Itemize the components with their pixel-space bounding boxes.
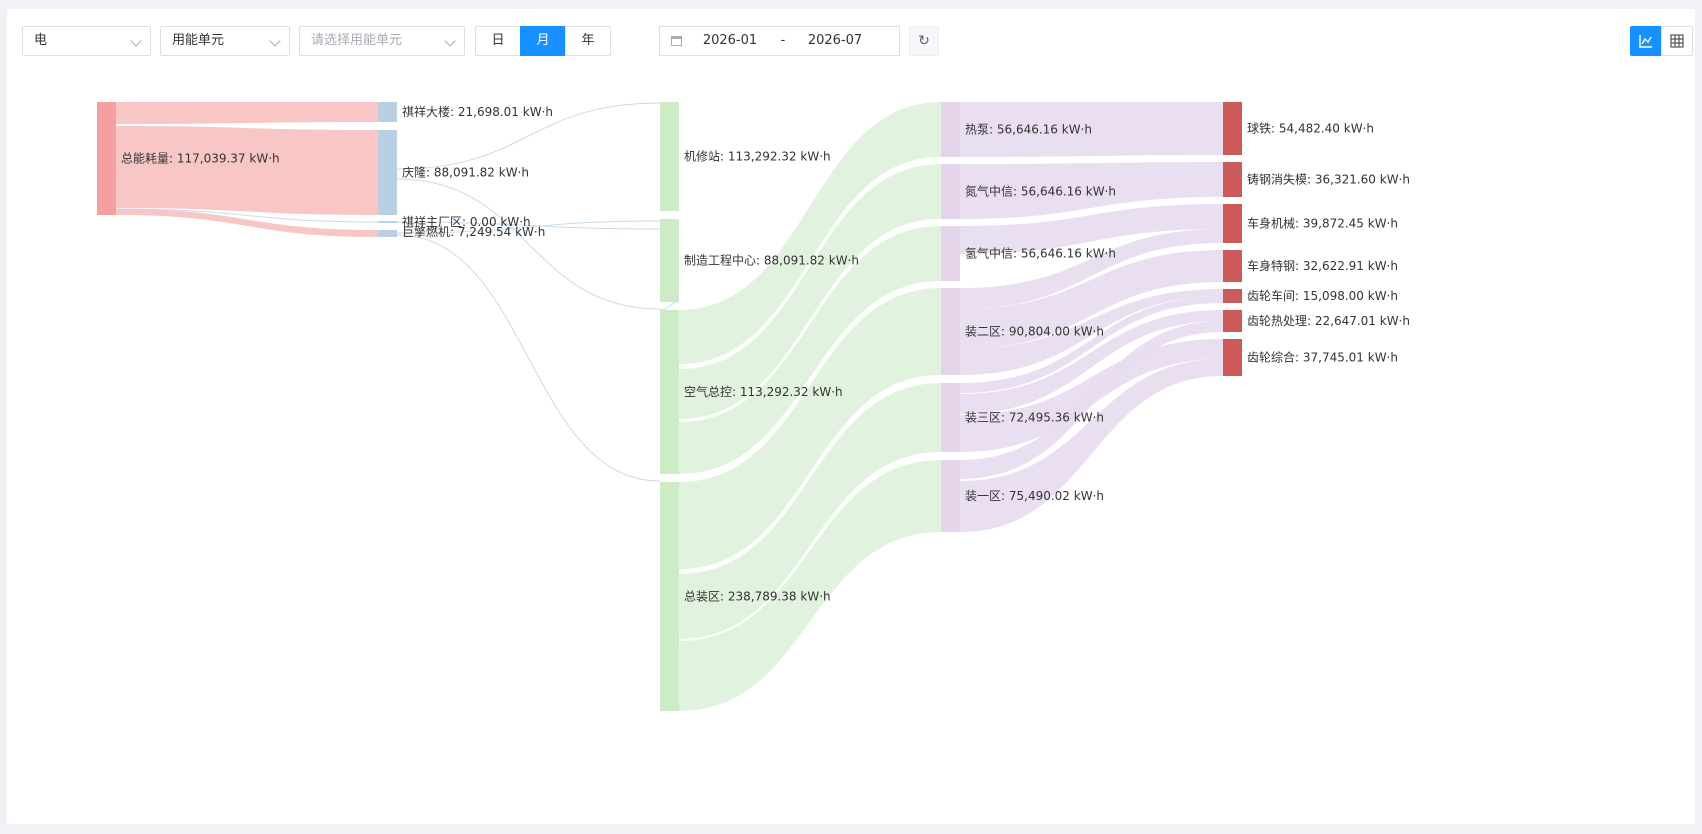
sankey-node-juqing[interactable] xyxy=(378,230,397,237)
sankey-chart: 总能耗量: 117,039.37 kW·h 祺祥大楼: 21,698.01 kW·… xyxy=(97,102,1410,711)
sankey-node-zhizao[interactable] xyxy=(660,219,679,302)
sankey-label-chilunzonghe: 齿轮综合: 37,745.01 kW·h xyxy=(1247,350,1398,365)
sankey-label-zhugang: 铸钢消失模: 36,321.60 kW·h xyxy=(1247,172,1410,187)
sankey-node-danqi[interactable] xyxy=(941,164,960,219)
sankey-node-cheshenjx[interactable] xyxy=(1223,204,1242,243)
sankey-node-qixiang[interactable] xyxy=(378,102,397,122)
sankey-label-zongzhuang: 总装区: 238,789.38 kW·h xyxy=(684,590,831,604)
sankey-node-zhuang3[interactable] xyxy=(941,383,960,452)
sankey-link-zhizao-kongqi[interactable] xyxy=(659,301,680,311)
sankey-label-qiutie: 球铁: 54,482.40 kW·h xyxy=(1247,122,1374,136)
sankey-node-qinglong[interactable] xyxy=(378,130,397,215)
sankey-link-total-qinglong[interactable] xyxy=(116,126,378,215)
sankey-node-total[interactable] xyxy=(97,102,116,215)
sankey-label-zhuang3: 装三区: 72,495.36 kW·h xyxy=(965,411,1104,425)
sankey-label-total: 总能耗量: 117,039.37 kW·h xyxy=(121,152,280,166)
sankey-label-qinglong: 庆隆: 88,091.82 kW·h xyxy=(402,165,529,180)
sankey-node-chilunrechuli[interactable] xyxy=(1223,310,1242,332)
sankey-node-chilunzonghe[interactable] xyxy=(1223,339,1242,376)
sankey-node-zongzhuang[interactable] xyxy=(660,482,679,711)
sankey-node-rebeng[interactable] xyxy=(941,102,960,157)
sankey-label-chilunrechuli: 齿轮热处理: 22,647.01 kW·h xyxy=(1247,314,1410,328)
sankey-node-cheshentg[interactable] xyxy=(1223,250,1242,282)
sankey-label-juqing: 巨擎燃机: 7,249.54 kW·h xyxy=(402,224,545,239)
sankey-node-qixiangmain[interactable] xyxy=(378,221,397,223)
sankey-node-zhuang2[interactable] xyxy=(941,288,960,375)
sankey-node-jixiu[interactable] xyxy=(660,102,679,211)
sankey-label-danqi: 氮气中信: 56,646.16 kW·h xyxy=(965,184,1116,199)
sankey-label-chilunchejian: 齿轮车间: 15,098.00 kW·h xyxy=(1247,288,1398,303)
sankey-node-chilunchejian[interactable] xyxy=(1223,289,1242,303)
sankey-label-kongqi: 空气总控: 113,292.32 kW·h xyxy=(684,384,843,399)
sankey-label-zhizao: 制造工程中心: 88,091.82 kW·h xyxy=(684,253,859,268)
sankey-label-jixiu: 机修站: 113,292.32 kW·h xyxy=(684,149,831,164)
sankey-link-juqing-kongqi[interactable] xyxy=(396,234,661,482)
sankey-node-kongqi[interactable] xyxy=(660,310,679,474)
sankey-link-total-qixiang[interactable] xyxy=(116,102,378,124)
chart-panel: 电 用能单元 请选择用能单元 日 月 年 2026-01 - 2026-07 ↻ xyxy=(7,9,1695,824)
sankey-label-qixiang: 祺祥大楼: 21,698.01 kW·h xyxy=(402,104,553,119)
sankey-node-qingqi[interactable] xyxy=(941,226,960,281)
sankey-label-zhuang2: 装二区: 90,804.00 kW·h xyxy=(965,325,1104,339)
sankey-label-cheshentg: 车身特钢: 32,622.91 kW·h xyxy=(1247,258,1398,273)
sankey-label-zhuang1: 装一区: 75,490.02 kW·h xyxy=(965,489,1104,503)
sankey-label-qingqi: 氢气中信: 56,646.16 kW·h xyxy=(965,246,1116,261)
sankey-node-zhuang1[interactable] xyxy=(941,460,960,532)
sankey-label-cheshenjx: 车身机械: 39,872.45 kW·h xyxy=(1247,216,1398,231)
sankey-node-zhugang[interactable] xyxy=(1223,162,1242,197)
sankey-node-qiutie[interactable] xyxy=(1223,102,1242,155)
sankey-label-rebeng: 热泵: 56,646.16 kW·h xyxy=(965,123,1092,137)
